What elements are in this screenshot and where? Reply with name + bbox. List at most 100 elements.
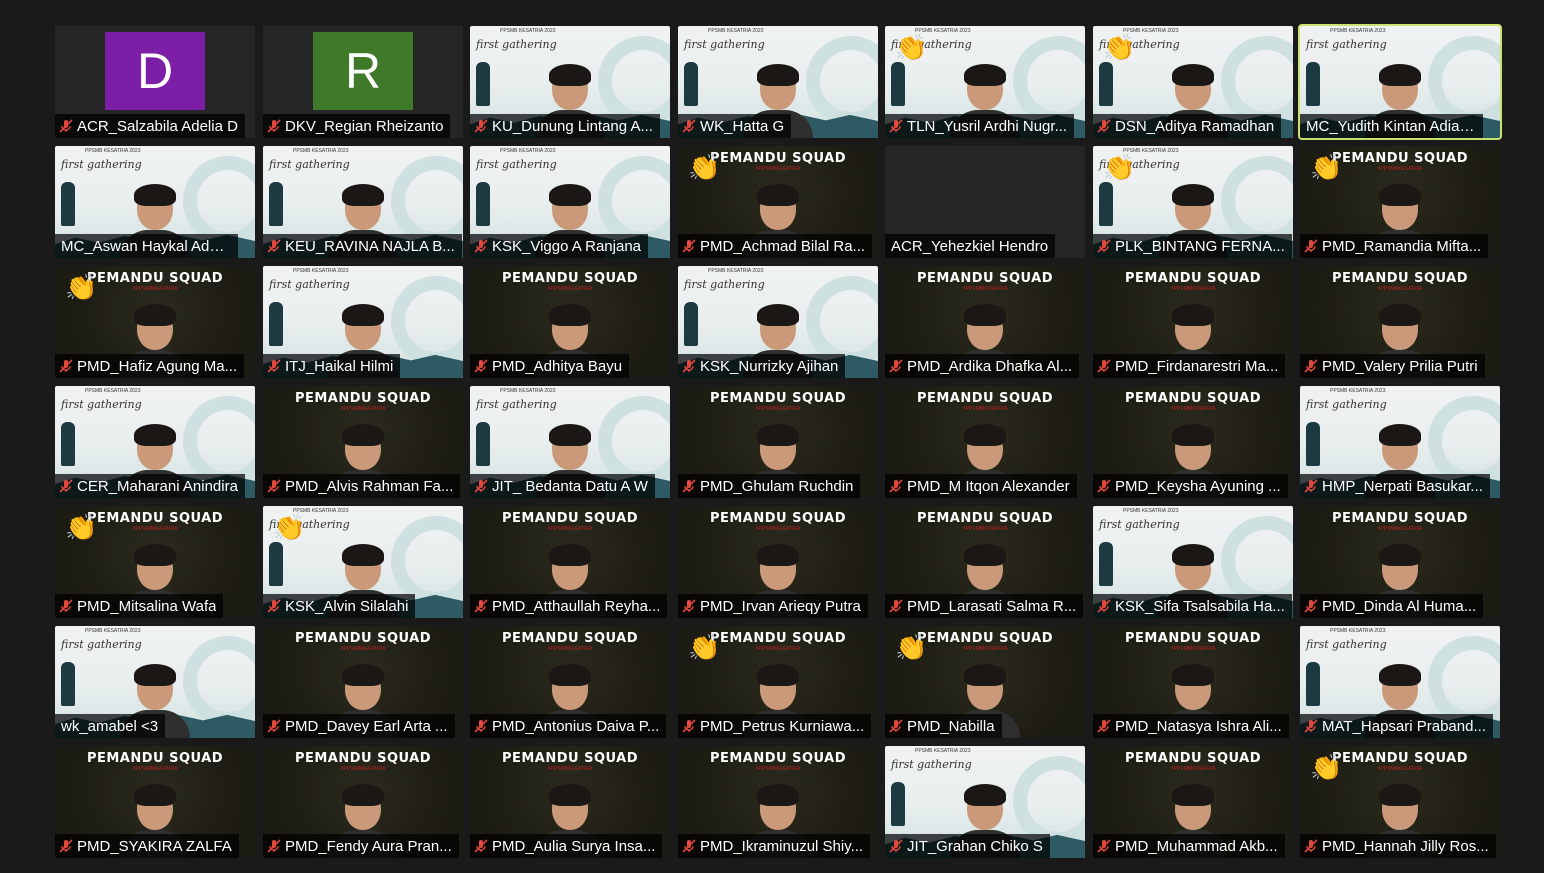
statue-decoration [61, 182, 75, 226]
muted-mic-icon [1093, 474, 1115, 498]
participant-tile[interactable]: PEMANDU SQUAD #PPSMBKESATRIA PMD_Adhitya B… [470, 266, 670, 378]
participant-tile[interactable]: PPSMB KESATRIA 2023 first gathering CER_Ma… [55, 386, 255, 498]
participant-tile[interactable]: PPSMB KESATRIA 2023 first gathering JIT_ B… [470, 386, 670, 498]
participant-tile[interactable]: PPSMB KESATRIA 2023 first gathering 👏 PLK_B… [1093, 146, 1293, 258]
participant-name: KEU_RAVINA NAJLA B... [285, 237, 455, 255]
statue-decoration [269, 542, 283, 586]
background-subtitle: PPSMB KESATRIA 2023 [85, 388, 141, 394]
participant-tile[interactable]: PEMANDU SQUAD #PPSMBKESATRIA PMD_Muhammad … [1093, 746, 1293, 858]
participant-name: KSK_Nurrizky Ajihan [700, 357, 839, 375]
participant-tile[interactable]: PEMANDU SQUAD #PPSMBKESATRIA 👏 PMD_Petrus K… [678, 626, 878, 738]
participant-tile[interactable]: PEMANDU SQUAD #PPSMBKESATRIA 👏 PMD_Hannah J… [1300, 746, 1500, 858]
squad-title: PEMANDU SQUAD [294, 391, 432, 406]
participant-name: PMD_Keysha Ayuning ... [1115, 477, 1281, 495]
muted-mic-icon [1300, 834, 1322, 858]
squad-tagline: #PPSMBKESATRIA [1170, 766, 1216, 772]
participant-tile[interactable]: PEMANDU SQUAD #PPSMBKESATRIA PMD_Davey Ear… [263, 626, 463, 738]
participant-tile[interactable]: PEMANDU SQUAD #PPSMBKESATRIA PMD_Alvis Rah… [263, 386, 463, 498]
participant-tile[interactable]: PPSMB KESATRIA 2023 first gathering KEU_RA… [263, 146, 463, 258]
participant-name: ACR_Yehezkiel Hendro [891, 237, 1049, 255]
background-subtitle: PPSMB KESATRIA 2023 [915, 748, 971, 754]
participant-tile[interactable]: PEMANDU SQUAD #PPSMBKESATRIA PMD_Keysha Ay… [1093, 386, 1293, 498]
participant-tile[interactable]: PEMANDU SQUAD #PPSMBKESATRIA PMD_Ikraminuz… [678, 746, 878, 858]
participant-name: PMD_Petrus Kurniawa... [700, 717, 865, 735]
muted-mic-icon [678, 834, 700, 858]
participant-tile[interactable]: PEMANDU SQUAD #PPSMBKESATRIA PMD_Atthaulla… [470, 506, 670, 618]
participant-tile[interactable]: PEMANDU SQUAD #PPSMBKESATRIA PMD_SYAKIRA Z… [55, 746, 255, 858]
squad-title: PEMANDU SQUAD [709, 511, 847, 526]
muted-mic-icon [678, 234, 700, 258]
name-label: MAT_Hapsari Praband... [1300, 714, 1493, 738]
name-label: PMD_SYAKIRA ZALFA [55, 834, 239, 858]
participant-tile[interactable]: PEMANDU SQUAD #PPSMBKESATRIA PMD_Larasati … [885, 506, 1085, 618]
participant-tile[interactable]: PPSMB KESATRIA 2023 first gathering JIT_Gr… [885, 746, 1085, 858]
background-subtitle: PPSMB KESATRIA 2023 [293, 268, 349, 274]
muted-mic-icon [1093, 354, 1115, 378]
name-label: KSK_Viggo A Ranjana [470, 234, 649, 258]
participant-tile[interactable]: PPSMB KESATRIA 2023 first gathering KSK_Si… [1093, 506, 1293, 618]
participant-tile[interactable]: PPSMB KESATRIA 2023 first gathering MAT_Ha… [1300, 626, 1500, 738]
gear-decoration [806, 276, 878, 366]
statue-decoration [1099, 62, 1113, 106]
participant-tile[interactable]: PPSMB KESATRIA 2023 first gathering 👏 KSK_A… [263, 506, 463, 618]
participant-tile[interactable]: PPSMB KESATRIA 2023 first gathering MC_Yud… [1298, 24, 1502, 140]
participant-tile[interactable]: PPSMB KESATRIA 2023 first gathering KSK_Vi… [470, 146, 670, 258]
muted-mic-icon [678, 354, 700, 378]
participant-name: CER_Maharani Anindira [77, 477, 238, 495]
participant-tile[interactable]: PEMANDU SQUAD #PPSMBKESATRIA PMD_Firdanare… [1093, 266, 1293, 378]
participant-tile[interactable]: PEMANDU SQUAD #PPSMBKESATRIA 👏 PMD_Hafiz Ag… [55, 266, 255, 378]
participant-tile[interactable]: PEMANDU SQUAD #PPSMBKESATRIA PMD_M Itqon A… [885, 386, 1085, 498]
participant-name: PMD_Larasati Salma R... [907, 597, 1077, 615]
participant-tile[interactable]: PEMANDU SQUAD #PPSMBKESATRIA PMD_Aulia Sur… [470, 746, 670, 858]
participant-tile[interactable]: D ACR_Salzabila Adelia D [55, 26, 255, 138]
gear-decoration [1428, 396, 1500, 486]
gear-decoration [183, 156, 255, 246]
participant-tile[interactable]: PEMANDU SQUAD #PPSMBKESATRIA PMD_Ardika Dh… [885, 266, 1085, 378]
name-label: PLK_BINTANG FERNA... [1093, 234, 1292, 258]
squad-title: PEMANDU SQUAD [501, 271, 639, 286]
muted-mic-icon [1093, 714, 1115, 738]
background-subtitle: PPSMB KESATRIA 2023 [500, 28, 556, 34]
participant-tile[interactable]: ACR_Yehezkiel Hendro [885, 146, 1085, 258]
participant-tile[interactable]: PPSMB KESATRIA 2023 first gathering ITJ_Ha… [263, 266, 463, 378]
avatar: R [313, 32, 413, 110]
participant-tile[interactable]: PPSMB KESATRIA 2023 first gathering wk_ama… [55, 626, 255, 738]
participant-tile[interactable]: PPSMB KESATRIA 2023 first gathering 👏 TLN_Y… [885, 26, 1085, 138]
participant-tile[interactable]: PEMANDU SQUAD #PPSMBKESATRIA PMD_Natasya I… [1093, 626, 1293, 738]
participant-tile[interactable]: PPSMB KESATRIA 2023 first gathering WK_Hat… [678, 26, 878, 138]
name-label: MC_Aswan Haykal Adam ... [55, 234, 238, 258]
participant-tile[interactable]: R DKV_Regian Rheizanto [263, 26, 463, 138]
muted-mic-icon [263, 714, 285, 738]
participant-tile[interactable]: PEMANDU SQUAD #PPSMBKESATRIA PMD_Dinda Al … [1300, 506, 1500, 618]
participant-tile[interactable]: PPSMB KESATRIA 2023 first gathering HMP_Ne… [1300, 386, 1500, 498]
background-logo: first gathering [61, 398, 142, 411]
participant-tile[interactable]: PEMANDU SQUAD #PPSMBKESATRIA PMD_Irvan Ari… [678, 506, 878, 618]
gear-decoration [806, 36, 878, 126]
participant-tile[interactable]: PEMANDU SQUAD #PPSMBKESATRIA 👏 PMD_Achmad B… [678, 146, 878, 258]
participant-tile[interactable]: PPSMB KESATRIA 2023 first gathering 👏 DSN_A… [1093, 26, 1293, 138]
background-logo: first gathering [476, 158, 557, 171]
squad-title: PEMANDU SQUAD [501, 511, 639, 526]
name-label: KEU_RAVINA NAJLA B... [263, 234, 462, 258]
participant-tile[interactable]: PPSMB KESATRIA 2023 first gathering KSK_Nu… [678, 266, 878, 378]
participant-tile[interactable]: PPSMB KESATRIA 2023 first gathering MC_Asw… [55, 146, 255, 258]
squad-title: PEMANDU SQUAD [1124, 751, 1262, 766]
participant-tile[interactable]: PEMANDU SQUAD #PPSMBKESATRIA PMD_Ghulam Ru… [678, 386, 878, 498]
squad-title: PEMANDU SQUAD [501, 631, 639, 646]
name-label: MC_Yudith Kintan Adiaput... [1300, 114, 1483, 138]
participant-tile[interactable]: PEMANDU SQUAD #PPSMBKESATRIA 👏 PMD_Ramandia… [1300, 146, 1500, 258]
participant-tile[interactable]: PEMANDU SQUAD #PPSMBKESATRIA PMD_Fendy Aur… [263, 746, 463, 858]
participant-name: WK_Hatta G [700, 117, 785, 135]
gear-decoration [183, 636, 255, 726]
participant-tile[interactable]: PEMANDU SQUAD #PPSMBKESATRIA PMD_Valery Pr… [1300, 266, 1500, 378]
clap-reaction-icon: 👏 [65, 512, 98, 542]
participant-tile[interactable]: PEMANDU SQUAD #PPSMBKESATRIA 👏 PMD_Mitsalin… [55, 506, 255, 618]
name-label: PMD_Hannah Jilly Ros... [1300, 834, 1496, 858]
participant-tile[interactable]: PEMANDU SQUAD #PPSMBKESATRIA PMD_Antonius … [470, 626, 670, 738]
participant-tile[interactable]: PEMANDU SQUAD #PPSMBKESATRIA 👏 PMD_Nabilla [885, 626, 1085, 738]
statue-decoration [684, 302, 698, 346]
background-subtitle: PPSMB KESATRIA 2023 [85, 148, 141, 154]
name-label: ACR_Yehezkiel Hendro [885, 234, 1056, 258]
name-label: PMD_Ikraminuzul Shiy... [678, 834, 871, 858]
participant-tile[interactable]: PPSMB KESATRIA 2023 first gathering KU_Dun… [470, 26, 670, 138]
